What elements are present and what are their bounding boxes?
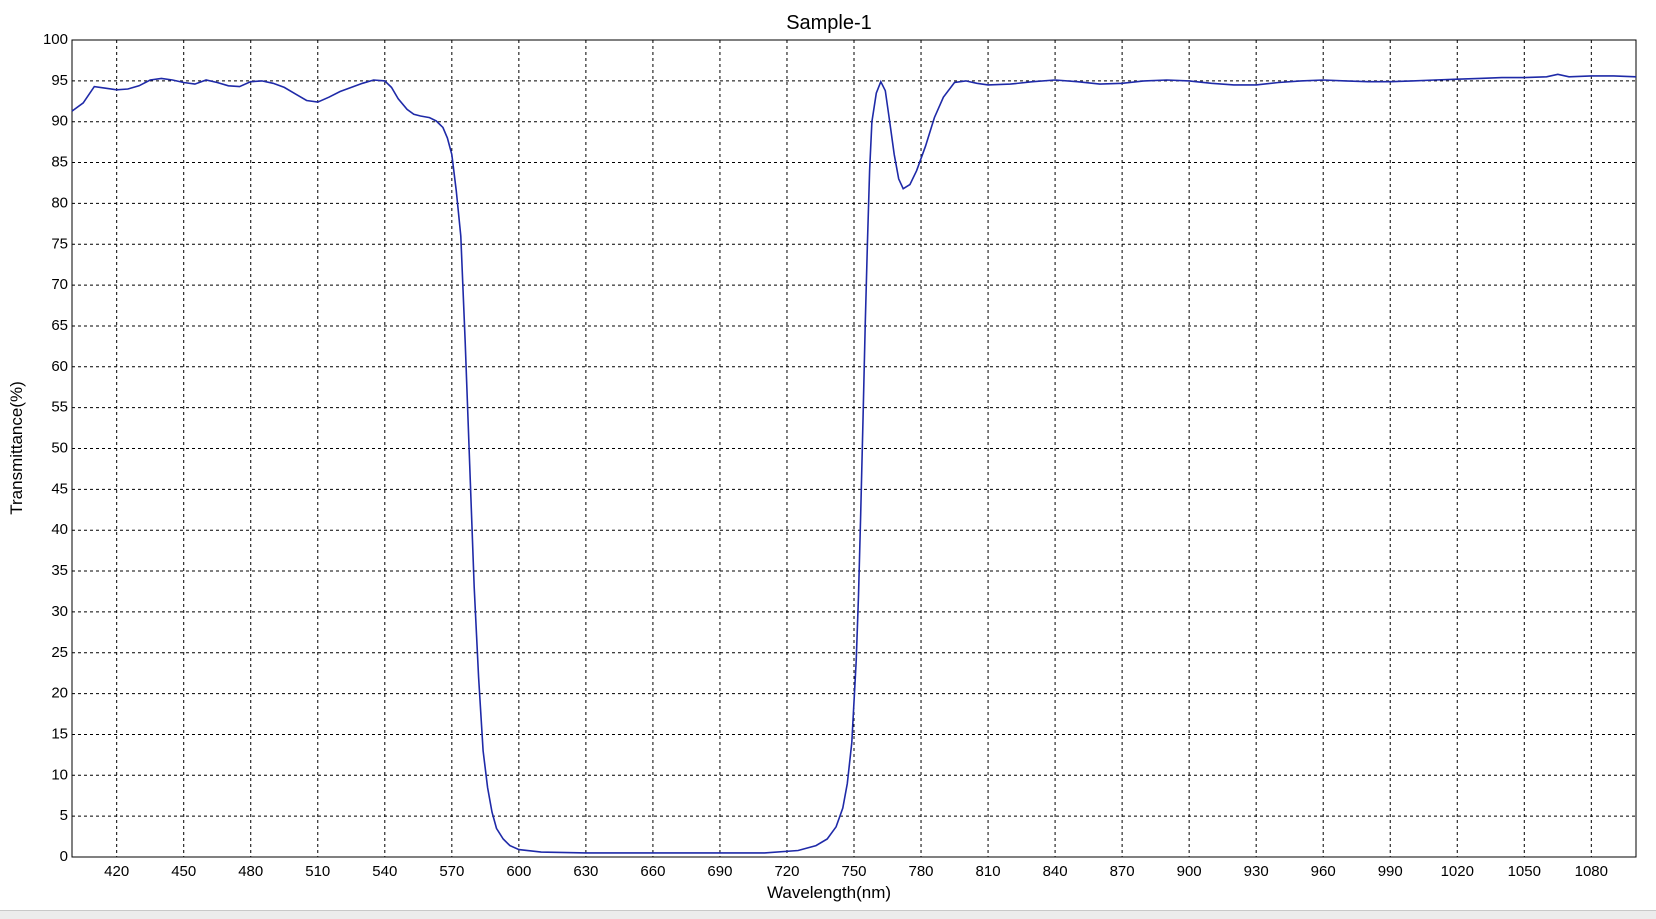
x-tick-label: 870 (1110, 863, 1135, 880)
x-tick-label: 900 (1177, 863, 1202, 880)
y-tick-label: 15 (51, 725, 68, 742)
chart: Sample-1 0510152025303540455055606570758… (7, 12, 1637, 902)
x-tick-labels: 420 450 480 510 540 570 600 630 660 690 720 750 780 8… (104, 863, 1608, 880)
y-tick-label: 10 (51, 766, 68, 783)
x-tick-label: 930 (1244, 863, 1269, 880)
y-tick-label: 70 (51, 276, 68, 293)
chart-title: Sample-1 (786, 12, 872, 34)
y-tick-label: 90 (51, 113, 68, 130)
x-tick-label: 540 (372, 863, 397, 880)
y-tick-label: 75 (51, 235, 68, 252)
y-tick-label: 50 (51, 440, 68, 457)
x-tick-label: 690 (707, 863, 732, 880)
y-tick-label: 5 (60, 807, 68, 824)
x-tick-label: 1080 (1575, 863, 1608, 880)
y-tick-label: 95 (51, 72, 68, 89)
x-tick-label: 660 (640, 863, 665, 880)
x-tick-label: 510 (305, 863, 330, 880)
y-tick-label: 30 (51, 603, 68, 620)
y-tick-label: 85 (51, 154, 68, 171)
x-tick-label: 750 (841, 863, 866, 880)
y-tick-label: 45 (51, 480, 68, 497)
y-tick-label: 65 (51, 317, 68, 334)
x-tick-label: 1050 (1508, 863, 1541, 880)
x-tick-label: 960 (1311, 863, 1336, 880)
x-tick-label: 630 (573, 863, 598, 880)
y-axis-label: Transmittance(%) (7, 381, 26, 515)
x-tick-label: 840 (1043, 863, 1068, 880)
y-tick-label: 55 (51, 399, 68, 416)
x-tick-label: 720 (774, 863, 799, 880)
y-tick-labels: 0 5 10 15 20 25 30 35 40 45 50 55 60 65 70 75 80 85 90 95 10… (43, 31, 68, 865)
y-tick-label: 40 (51, 521, 68, 538)
y-tick-label: 80 (51, 194, 68, 211)
x-tick-label: 780 (909, 863, 934, 880)
y-tick-label: 20 (51, 685, 68, 702)
y-tick-label: 25 (51, 644, 68, 661)
y-tick-label: 35 (51, 562, 68, 579)
y-tick-label: 60 (51, 358, 68, 375)
y-tick-label: 0 (60, 848, 68, 865)
x-tick-label: 810 (976, 863, 1001, 880)
x-tick-label: 600 (506, 863, 531, 880)
x-tick-label: 450 (171, 863, 196, 880)
grid-lines (72, 40, 1636, 857)
x-axis-label: Wavelength(nm) (767, 883, 891, 902)
x-tick-label: 480 (238, 863, 263, 880)
y-tick-label: 100 (43, 31, 68, 48)
x-tick-label: 1020 (1441, 863, 1474, 880)
x-tick-label: 420 (104, 863, 129, 880)
x-tick-label: 570 (439, 863, 464, 880)
x-tick-label: 990 (1378, 863, 1403, 880)
